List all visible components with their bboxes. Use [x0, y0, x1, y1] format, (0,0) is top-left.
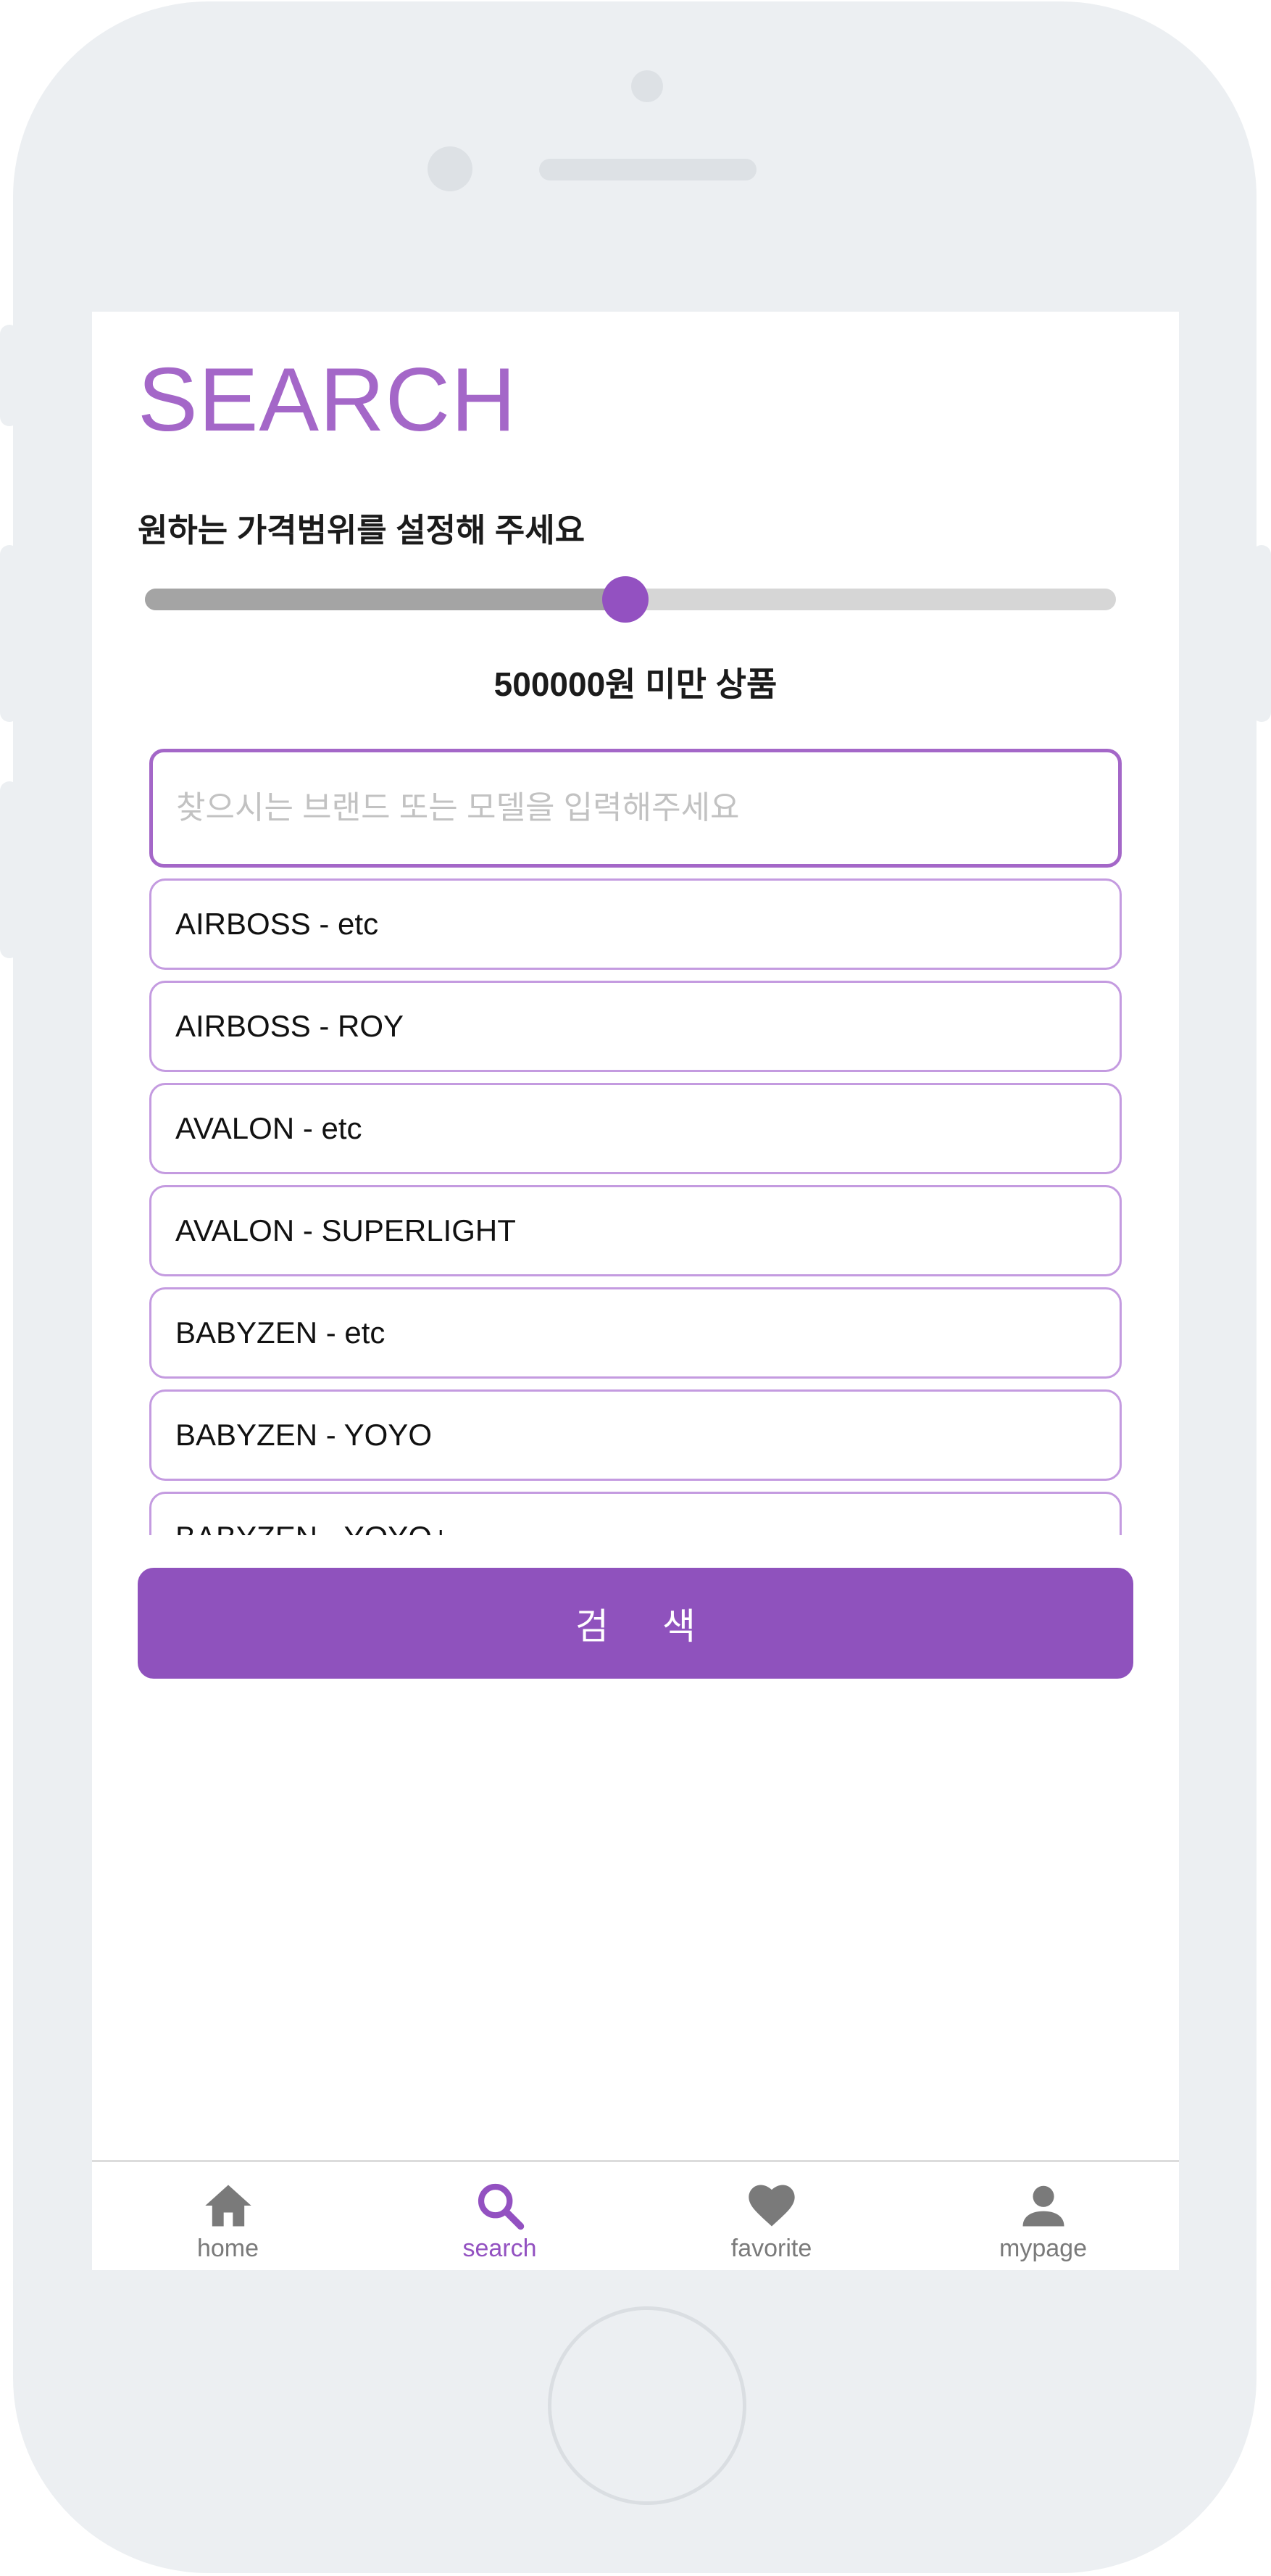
suggestion-list[interactable]: AIRBOSS - etc AIRBOSS - ROY AVALON - etc AV…	[149, 878, 1122, 1535]
search-icon	[478, 2183, 525, 2230]
tab-home[interactable]: home	[92, 2162, 364, 2270]
price-value-label: 500000원 미만 상품	[493, 665, 778, 703]
earpiece-speaker	[539, 159, 757, 180]
home-icon	[205, 2185, 251, 2227]
tab-label: mypage	[999, 2235, 1087, 2262]
suggestion-item[interactable]: BABYZEN - etc	[149, 1287, 1122, 1379]
volume-down-button	[0, 781, 19, 958]
price-slider[interactable]	[145, 576, 1116, 623]
person-icon	[1022, 2185, 1064, 2227]
home-hardware-button[interactable]	[548, 2306, 746, 2505]
suggestion-item[interactable]: BABYZEN - YOYO+	[149, 1492, 1122, 1535]
brand-model-search-input[interactable]	[149, 749, 1122, 868]
suggestion-item[interactable]: AIRBOSS - etc	[149, 878, 1122, 970]
tab-favorite[interactable]: favorite	[636, 2162, 907, 2270]
suggestion-item[interactable]: AVALON - etc	[149, 1083, 1122, 1174]
bottom-tab-bar: home search favorite mypage	[92, 2160, 1179, 2270]
tab-mypage[interactable]: mypage	[907, 2162, 1179, 2270]
price-range-instruction: 원하는 가격범위를 설정해 주세요	[138, 512, 586, 549]
suggestion-item[interactable]: BABYZEN - YOYO	[149, 1389, 1122, 1481]
tab-label: home	[196, 2235, 259, 2262]
power-button	[1252, 545, 1271, 722]
heart-icon	[749, 2185, 795, 2227]
slider-fill	[145, 589, 625, 610]
app-screen: SEARCH 원하는 가격범위를 설정해 주세요 500000원 미만 상품 A…	[92, 312, 1179, 2270]
tab-label: favorite	[730, 2235, 812, 2262]
tab-label: search	[462, 2235, 537, 2262]
mute-switch	[0, 325, 19, 426]
page-title: SEARCH	[138, 350, 517, 450]
slider-thumb[interactable]	[602, 576, 649, 623]
front-camera	[428, 146, 472, 191]
tab-search[interactable]: search	[364, 2162, 636, 2270]
suggestion-item[interactable]: AIRBOSS - ROY	[149, 981, 1122, 1072]
suggestion-item[interactable]: AVALON - SUPERLIGHT	[149, 1185, 1122, 1276]
volume-up-button	[0, 545, 19, 722]
camera-dot	[631, 70, 663, 102]
search-submit-button[interactable]: 검 색	[138, 1568, 1133, 1679]
